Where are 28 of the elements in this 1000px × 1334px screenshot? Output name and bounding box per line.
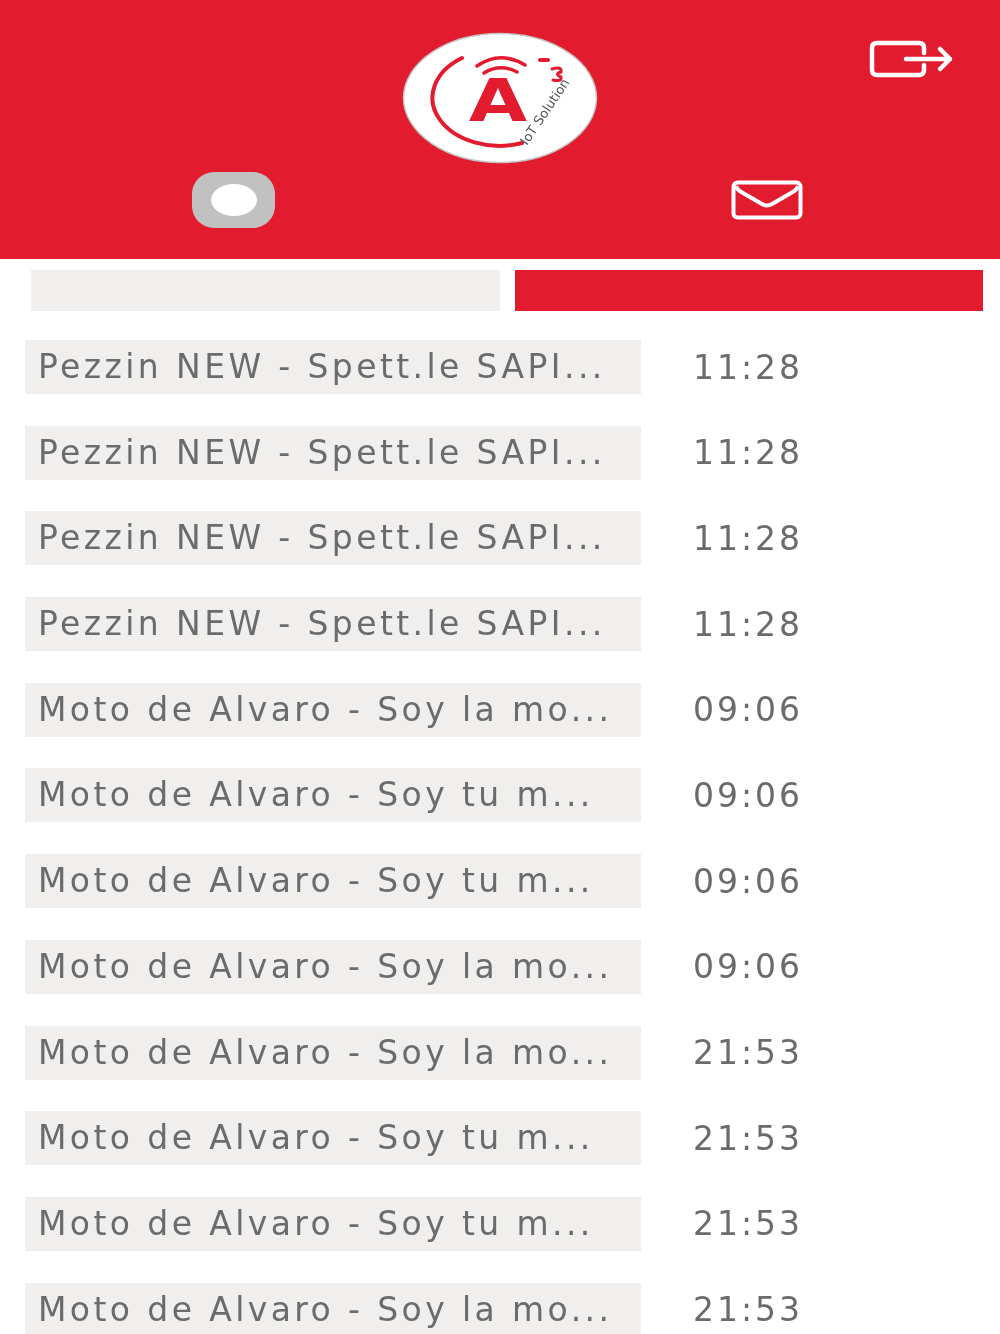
message-time: 11:28 (693, 604, 804, 644)
message-time: 09:06 (693, 947, 804, 987)
message-subject[interactable]: Moto de Alvaro - Soy tu m... (25, 1196, 641, 1251)
toggle-switch[interactable] (192, 172, 275, 228)
message-time: 11:28 (693, 347, 804, 387)
message-time: 09:06 (693, 861, 804, 901)
message-time: 11:28 (693, 518, 804, 558)
message-subject[interactable]: Moto de Alvaro - Soy tu m... (25, 854, 641, 909)
message-subject[interactable]: Pezzin NEW - Spett.le SAPI... (25, 340, 641, 394)
message-subject[interactable]: Pezzin NEW - Spett.le SAPI... (25, 511, 641, 566)
message-subject[interactable]: Pezzin NEW - Spett.le SAPI... (25, 425, 641, 480)
message-subject[interactable]: Pezzin NEW - Spett.le SAPI... (25, 597, 641, 652)
message-time: 09:06 (693, 690, 804, 730)
logout-icon[interactable] (869, 40, 955, 78)
message-subject[interactable]: Moto de Alvaro - Soy la mo... (25, 1282, 641, 1334)
message-time: 11:28 (693, 433, 804, 473)
message-subject[interactable]: Moto de Alvaro - Soy la mo... (25, 682, 641, 737)
wifi-icon (475, 56, 527, 75)
message-subject[interactable]: Moto de Alvaro - Soy la mo... (25, 939, 641, 994)
message-subject[interactable]: Moto de Alvaro - Soy tu m... (25, 1111, 641, 1166)
message-time: 21:53 (693, 1033, 804, 1072)
message-time: 21:53 (693, 1204, 804, 1244)
message-time: 21:53 (693, 1290, 804, 1330)
message-subject[interactable]: Moto de Alvaro - Soy tu m... (25, 768, 641, 823)
message-subject[interactable]: Moto de Alvaro - Soy la mo... (25, 1025, 641, 1080)
mail-icon[interactable] (731, 180, 803, 220)
message-time: 21:53 (693, 1118, 804, 1158)
message-time: 09:06 (693, 775, 804, 815)
